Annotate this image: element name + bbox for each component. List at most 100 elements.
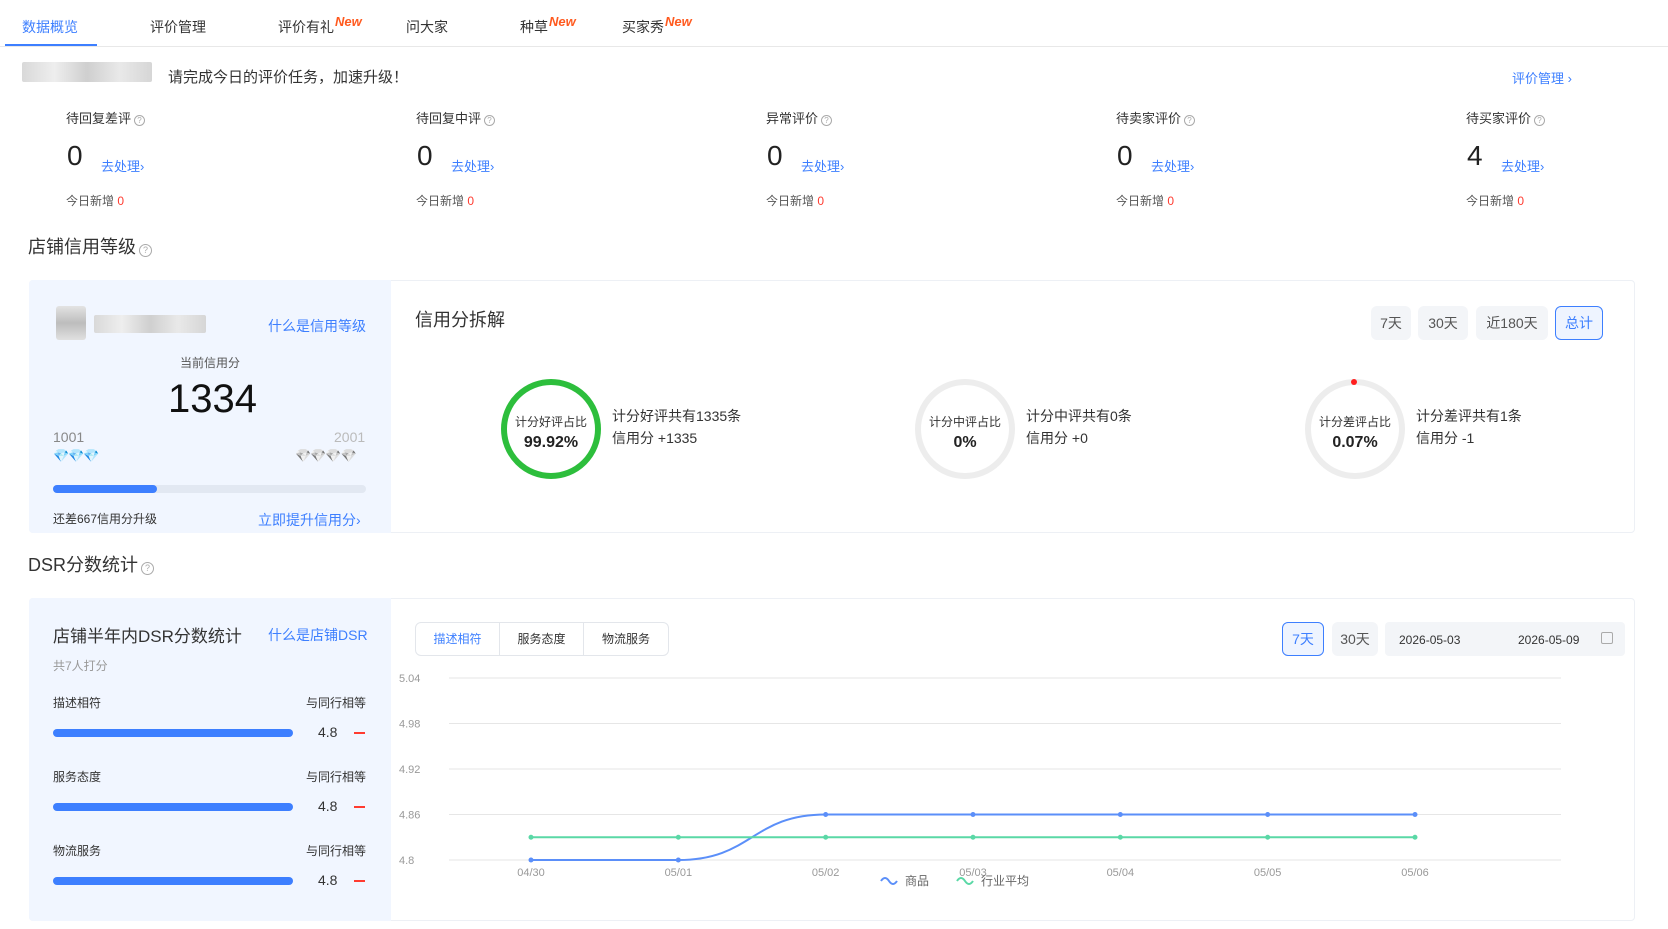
review-management-link[interactable]: 评价管理 › (1512, 68, 1572, 87)
calendar-icon[interactable] (1601, 632, 1613, 644)
dsr-item-compare: 与同行相等 (306, 696, 367, 710)
data-point (528, 857, 534, 863)
help-icon[interactable]: ? (484, 115, 496, 126)
today-new: 今日新增 0 (1466, 194, 1525, 208)
dsr-item-score: 4.8 (318, 872, 338, 888)
tab-ask-everyone[interactable]: 问大家 (406, 17, 448, 37)
tab-review-gifts[interactable]: 评价有礼New (278, 14, 362, 37)
range-7-days[interactable]: 7天 (1371, 306, 1411, 340)
process-link[interactable]: 去处理› (1501, 156, 1544, 175)
data-point (823, 812, 829, 817)
range-30-days[interactable]: 30天 (1418, 306, 1468, 340)
tab-seeding[interactable]: 种草New (520, 14, 576, 37)
y-tick-label: 4.98 (399, 719, 420, 731)
help-icon[interactable]: ? (1184, 115, 1196, 126)
x-tick-label: 05/04 (1107, 867, 1135, 879)
credit-progress-fill (53, 485, 157, 493)
help-icon[interactable]: ? (1534, 115, 1546, 126)
data-point (1265, 812, 1271, 817)
process-link[interactable]: 去处理› (101, 156, 144, 175)
process-link[interactable]: 去处理› (1151, 156, 1194, 175)
positive-ratio-ring: 计分好评占比 99.92% (501, 379, 601, 479)
data-point (528, 834, 534, 840)
legend-label: 商品 (905, 873, 929, 888)
credit-breakdown-title: 信用分拆解 (415, 310, 505, 330)
help-icon[interactable]: ? (821, 115, 833, 126)
remaining-credit-text: 还差667信用分升级 (53, 512, 158, 526)
y-tick-label: 5.04 (399, 673, 420, 685)
data-point (823, 834, 829, 840)
dsr-item-bar (53, 729, 293, 737)
tab-buyer-show[interactable]: 买家秀New (622, 14, 692, 37)
current-credit-label: 当前信用分 (180, 356, 241, 370)
data-point (675, 857, 681, 863)
diamond-level-icon: 💎💎💎 (53, 448, 100, 463)
date-range-picker[interactable]: 2026-05-03 2026-05-09 (1385, 622, 1625, 656)
blurred-shop-name (94, 315, 206, 333)
stat-value: 4 (1467, 140, 1483, 171)
data-point (1412, 812, 1418, 817)
what-is-credit-link[interactable]: 什么是信用等级 (268, 316, 366, 336)
tab-data-overview[interactable]: 数据概览 (22, 17, 78, 37)
dsr-item-bar (53, 877, 293, 885)
y-tick-label: 4.92 (399, 764, 420, 776)
help-icon[interactable]: ? (141, 562, 155, 575)
equal-dash (354, 732, 365, 734)
neutral-ratio-ring: 计分中评占比 0% (915, 379, 1015, 479)
stat-value: 0 (1117, 140, 1133, 171)
equal-dash (354, 880, 365, 882)
stat-pending-neutral: 待回复中评? 0 去处理› 今日新增 0 (416, 111, 496, 208)
credit-score: 1334 (168, 377, 257, 421)
negative-ratio-desc: 计分差评共有1条 信用分 -1 (1416, 408, 1522, 446)
positive-ratio-desc: 计分好评共有1335条 信用分 +1335 (612, 408, 742, 446)
x-tick-label: 04/30 (517, 867, 545, 879)
dsr-metric-switch: 描述相符 服务态度 物流服务 (415, 622, 669, 656)
negative-ratio-marker (1351, 379, 1357, 385)
stat-value: 0 (767, 140, 783, 171)
equal-dash (354, 806, 365, 808)
data-point (1117, 834, 1123, 840)
x-tick-label: 05/05 (1254, 867, 1282, 879)
today-new: 今日新增 0 (416, 194, 475, 208)
process-link[interactable]: 去处理› (451, 156, 494, 175)
dsr-section-title: DSR分数统计? (28, 551, 155, 577)
y-tick-label: 4.8 (399, 855, 414, 867)
stat-value: 0 (417, 140, 433, 171)
improve-credit-link[interactable]: 立即提升信用分› (258, 510, 361, 530)
dsr-item-compare: 与同行相等 (306, 844, 367, 858)
dsr-range-7-days[interactable]: 7天 (1282, 622, 1324, 656)
neutral-ratio-desc: 计分中评共有0条 信用分 +0 (1026, 408, 1132, 446)
stat-pending-negative: 待回复差评? 0 去处理› 今日新增 0 (66, 111, 146, 208)
data-point (1412, 834, 1418, 840)
today-new: 今日新增 0 (1116, 194, 1175, 208)
date-end[interactable]: 2026-05-09 (1518, 633, 1579, 647)
top-tab-bar: 数据概览 评价管理 评价有礼New 问大家 种草New 买家秀New (0, 0, 1668, 47)
credit-min: 1001 (53, 429, 85, 445)
segment-logistics[interactable]: 物流服务 (584, 623, 668, 655)
help-icon[interactable]: ? (134, 115, 146, 126)
dsr-raters: 共7人打分 (53, 659, 108, 673)
date-start[interactable]: 2026-05-03 (1399, 633, 1460, 647)
stat-abnormal-review: 异常评价? 0 去处理› 今日新增 0 (766, 111, 845, 208)
segment-service[interactable]: 服务态度 (500, 623, 584, 655)
diamond-level-next-icon: 💎💎💎💎 (295, 448, 357, 463)
today-new: 今日新增 0 (766, 194, 825, 208)
data-point (675, 834, 681, 840)
process-link[interactable]: 去处理› (801, 156, 844, 175)
new-badge: New (549, 14, 576, 29)
task-notice: 请完成今日的评价任务，加速升级！ (168, 69, 409, 86)
stat-pending-seller-review: 待卖家评价? 0 去处理› 今日新增 0 (1116, 111, 1196, 208)
dsr-trend-chart: 5.044.984.924.864.8 04/30 05/01 05/02 05/03… (399, 673, 1561, 888)
dsr-range-30-days[interactable]: 30天 (1332, 622, 1378, 656)
what-is-dsr-link[interactable]: 什么是店铺DSR (268, 625, 368, 645)
range-total[interactable]: 总计 (1555, 306, 1603, 340)
segment-description[interactable]: 描述相符 (416, 623, 500, 655)
credit-section-title: 店铺信用等级? (28, 233, 152, 259)
legend-swatch (880, 877, 898, 885)
dsr-item-label: 服务态度 (53, 770, 102, 784)
help-icon[interactable]: ? (139, 244, 152, 257)
credit-max: 2001 (334, 429, 366, 445)
tab-review-management[interactable]: 评价管理 (150, 17, 206, 37)
range-180-days[interactable]: 近180天 (1476, 306, 1548, 340)
x-tick-label: 05/02 (812, 867, 840, 879)
